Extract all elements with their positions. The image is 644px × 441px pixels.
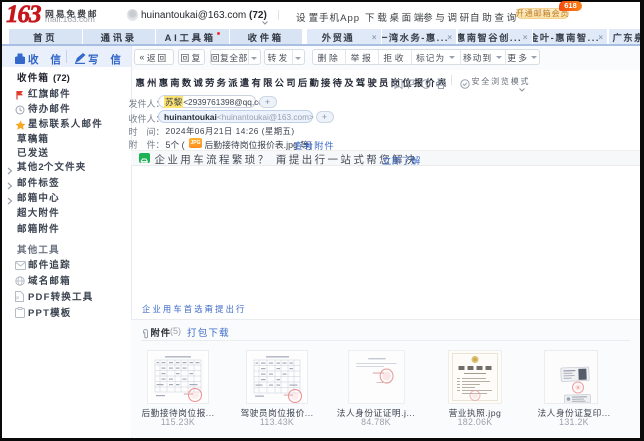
svg-text:P: P bbox=[16, 295, 19, 300]
